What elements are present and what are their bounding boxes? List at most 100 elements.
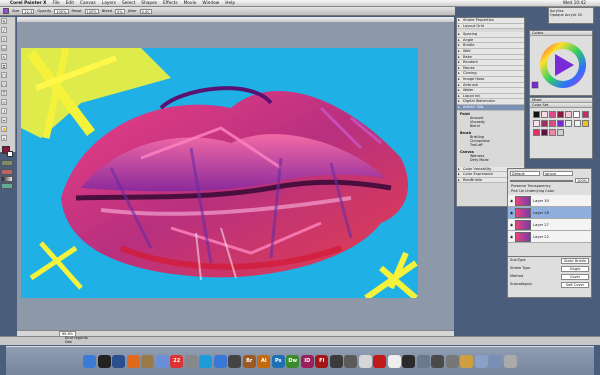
indesign-dock-icon[interactable]: ID xyxy=(300,354,314,368)
pattern-selector[interactable] xyxy=(1,169,13,175)
app4-dock-icon[interactable] xyxy=(402,354,416,368)
eraser-icon[interactable]: ▭ xyxy=(1,45,7,51)
size-field[interactable]: 22.3 xyxy=(22,8,35,14)
gradient-selector[interactable] xyxy=(1,176,13,182)
menu-movie[interactable]: Movie xyxy=(184,1,197,6)
scissors-icon[interactable]: ✂ xyxy=(1,117,7,123)
app6-dock-icon[interactable] xyxy=(431,354,445,368)
illustrator-dock-icon[interactable]: Ai xyxy=(257,354,271,368)
swatch[interactable] xyxy=(581,119,589,127)
document-titlebar[interactable] xyxy=(17,17,454,22)
menu-layers[interactable]: Layers xyxy=(102,1,116,6)
resat-field[interactable]: 100% xyxy=(84,8,99,14)
swatch[interactable] xyxy=(573,119,581,127)
swatch[interactable] xyxy=(564,119,572,127)
menu-edit[interactable]: Edit xyxy=(66,1,74,6)
rectangle-select-icon[interactable]: ▢ xyxy=(1,72,7,78)
magnifier-icon[interactable]: ⌕ xyxy=(1,135,7,141)
dirty-mode-checkbox[interactable]: Dirty Mode xyxy=(460,158,521,162)
menu-shapes[interactable]: Shapes xyxy=(141,1,157,6)
eye-icon[interactable]: ◉ xyxy=(510,211,513,215)
bc-layout-grid[interactable]: Layout Grid xyxy=(457,23,524,30)
painter-dock-icon[interactable] xyxy=(329,354,343,368)
secondary-color-swatch[interactable] xyxy=(7,151,13,157)
grabber-icon[interactable]: ✋ xyxy=(1,126,7,132)
info-value[interactable]: Single xyxy=(561,266,589,272)
layer-adjuster-icon[interactable]: ↖ xyxy=(1,54,7,60)
layer-opacity-slider[interactable] xyxy=(510,179,573,182)
mail-dock-icon[interactable] xyxy=(184,354,198,368)
paper-selector[interactable] xyxy=(1,160,13,166)
bridge-dock-icon[interactable]: Br xyxy=(242,354,256,368)
app2-dock-icon[interactable] xyxy=(358,354,372,368)
lasso-icon[interactable]: ○ xyxy=(1,81,7,87)
finder-dock-icon[interactable] xyxy=(83,354,97,368)
painting-canvas[interactable] xyxy=(21,48,418,298)
menu-help[interactable]: Help xyxy=(225,1,235,6)
menu-file[interactable]: File xyxy=(52,1,59,6)
composite-method-select[interactable]: Default xyxy=(510,171,540,176)
bc-artists-oils[interactable]: Artists' Oils xyxy=(457,104,524,111)
dashboard-dock-icon[interactable] xyxy=(97,354,111,368)
swatch[interactable] xyxy=(548,128,556,136)
brush-tool-icon[interactable]: ✎ xyxy=(1,18,7,24)
app3-dock-icon[interactable] xyxy=(387,354,401,368)
app8-dock-icon[interactable] xyxy=(460,354,474,368)
nozzle-selector[interactable] xyxy=(1,183,13,189)
layer-row[interactable]: ◉ Layer 27 xyxy=(508,219,591,231)
swatch[interactable] xyxy=(556,110,564,118)
dropper-tool-icon[interactable]: ⁄ xyxy=(1,27,7,33)
swatch[interactable] xyxy=(556,119,564,127)
menu-window[interactable]: Window xyxy=(202,1,219,6)
menu-app-name[interactable]: Corel Painter X xyxy=(10,1,46,6)
swatch[interactable] xyxy=(532,110,540,118)
menu-effects[interactable]: Effects xyxy=(163,1,178,6)
menu-canvas[interactable]: Canvas xyxy=(80,1,96,6)
layer-row-selected[interactable]: ◉ Layer 28 xyxy=(508,207,591,219)
eye-icon[interactable]: ◉ xyxy=(510,235,513,239)
menubar-clock[interactable]: Wed 10:42 xyxy=(563,1,586,6)
info-value[interactable]: Static Bristle xyxy=(561,258,589,264)
color-wheel[interactable] xyxy=(530,36,592,94)
menu-select[interactable]: Select xyxy=(122,1,135,6)
text-tool-icon[interactable]: T xyxy=(1,90,7,96)
info-value[interactable]: Soft Cover xyxy=(561,282,589,288)
eye-icon[interactable]: ◉ xyxy=(510,199,513,203)
facetime-dock-icon[interactable] xyxy=(228,354,242,368)
bleed-field[interactable]: 0% xyxy=(115,8,125,14)
swatch[interactable] xyxy=(532,119,540,127)
swatch[interactable] xyxy=(581,110,589,118)
dreamweaver-dock-icon[interactable]: Dw xyxy=(286,354,300,368)
jitter-field[interactable]: 0.00 xyxy=(139,8,152,14)
swatch[interactable] xyxy=(532,128,540,136)
acrobat-dock-icon[interactable] xyxy=(373,354,387,368)
opacity-field[interactable]: 100% xyxy=(54,8,69,14)
composite-depth-select[interactable]: Ignore xyxy=(543,171,573,176)
trash-dock-icon[interactable] xyxy=(503,354,517,368)
preview-dock-icon[interactable] xyxy=(141,354,155,368)
flash-dock-icon[interactable]: Fl xyxy=(315,354,329,368)
shape-tool-icon[interactable]: ◇ xyxy=(1,99,7,105)
swatch[interactable] xyxy=(572,110,580,118)
layer-row[interactable]: ◉ Layer 30 xyxy=(508,195,591,207)
app7-dock-icon[interactable] xyxy=(445,354,459,368)
photoshop-dock-icon[interactable]: Ps xyxy=(271,354,285,368)
eye-icon[interactable]: ◉ xyxy=(510,223,513,227)
brush-preview-icon[interactable] xyxy=(3,8,9,14)
app1-dock-icon[interactable] xyxy=(344,354,358,368)
layer-row[interactable]: ◉ Layer 22 xyxy=(508,231,591,243)
ical-dock-icon[interactable]: 22 xyxy=(170,354,184,368)
swatch[interactable] xyxy=(540,119,548,127)
spaces-dock-icon[interactable] xyxy=(112,354,126,368)
itunes-dock-icon[interactable] xyxy=(155,354,169,368)
swatch[interactable] xyxy=(540,128,548,136)
swatch[interactable] xyxy=(540,110,548,118)
firefox-dock-icon[interactable] xyxy=(126,354,140,368)
swatch[interactable] xyxy=(548,119,556,127)
downloads-dock-icon[interactable] xyxy=(489,354,503,368)
docs-dock-icon[interactable] xyxy=(474,354,488,368)
pen-tool-icon[interactable]: ∫ xyxy=(1,108,7,114)
brush-selector[interactable]: Acrylics Opaque Acrylic 20 xyxy=(548,7,594,24)
ichat-dock-icon[interactable] xyxy=(213,354,227,368)
swatch[interactable] xyxy=(556,128,564,136)
